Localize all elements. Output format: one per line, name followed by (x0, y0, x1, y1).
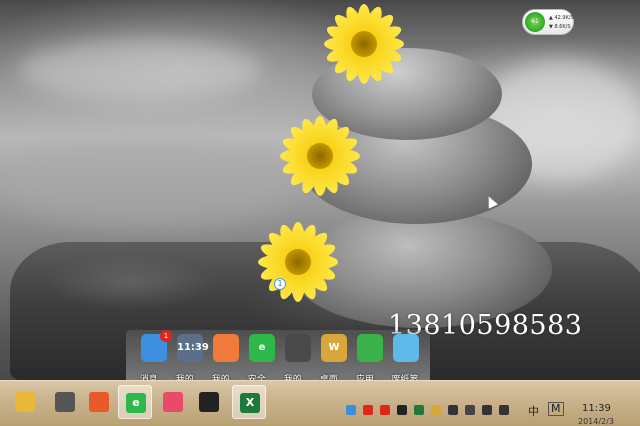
media-tray-icon[interactable] (397, 405, 407, 415)
gallery-icon (163, 392, 183, 412)
flower-center (307, 143, 333, 169)
taskbar-button[interactable] (48, 385, 82, 419)
upload-speed: ▲ 42.9K/S (549, 15, 574, 21)
upload-speed-value: 42.9K/S (554, 15, 574, 21)
network-monitor-widget[interactable]: 61 ▲ 42.9K/S ▼ 8.6K/S (522, 9, 574, 35)
unread-badge: 1 (160, 330, 172, 342)
clock-time[interactable]: 11:39 (582, 403, 611, 414)
ime-language-indicator[interactable]: 中 (528, 403, 539, 419)
net-usage-gauge: 61 (525, 12, 545, 32)
taskbar-button[interactable]: X (232, 385, 266, 419)
background-mist (20, 40, 260, 100)
download-speed-value: 8.6K/S (554, 24, 571, 30)
qq-tray-icon[interactable] (363, 405, 373, 415)
game-tray-icon[interactable] (431, 405, 441, 415)
pinwheel-icon (213, 334, 239, 362)
calendar-icon: 11:39 (177, 334, 209, 362)
taskbar-button[interactable] (156, 385, 190, 419)
briefcase-icon: W (321, 334, 347, 362)
ie-browser-icon: e (249, 334, 275, 362)
input-tray-icon[interactable] (414, 405, 424, 415)
taskbar: 中 M 11:39 2014/2/3 e X (0, 380, 640, 426)
background-mist (0, 140, 300, 230)
qq-penguin-icon (199, 392, 219, 412)
taskbar-button[interactable] (192, 385, 226, 419)
taskbar-button[interactable]: e (118, 385, 152, 419)
security-shield-icon[interactable] (346, 405, 356, 415)
media-player-icon (55, 392, 75, 412)
browser-360-icon: e (126, 393, 146, 413)
file-explorer-icon (15, 392, 35, 412)
taskbar-button[interactable] (82, 385, 116, 419)
battery-icon[interactable] (465, 405, 475, 415)
taskbar-button[interactable] (8, 385, 42, 419)
flower-center (351, 31, 377, 57)
qq-tray-icon-2[interactable] (380, 405, 390, 415)
apps-grid-icon (285, 334, 311, 362)
ime-mode-indicator[interactable]: M (548, 402, 564, 416)
clock-date[interactable]: 2014/2/3 (578, 417, 614, 426)
download-speed: ▼ 8.6K/S (549, 24, 571, 30)
flower-center (285, 249, 311, 275)
recycle-bin-icon (393, 334, 419, 362)
notification-bubble[interactable]: 1 (274, 278, 286, 290)
face-app-icon (89, 392, 109, 412)
excel-icon: X (240, 393, 260, 413)
cube-icon (357, 334, 383, 362)
volume-icon[interactable] (499, 405, 509, 415)
display-tray-icon[interactable] (448, 405, 458, 415)
network-signal-icon[interactable] (482, 405, 492, 415)
